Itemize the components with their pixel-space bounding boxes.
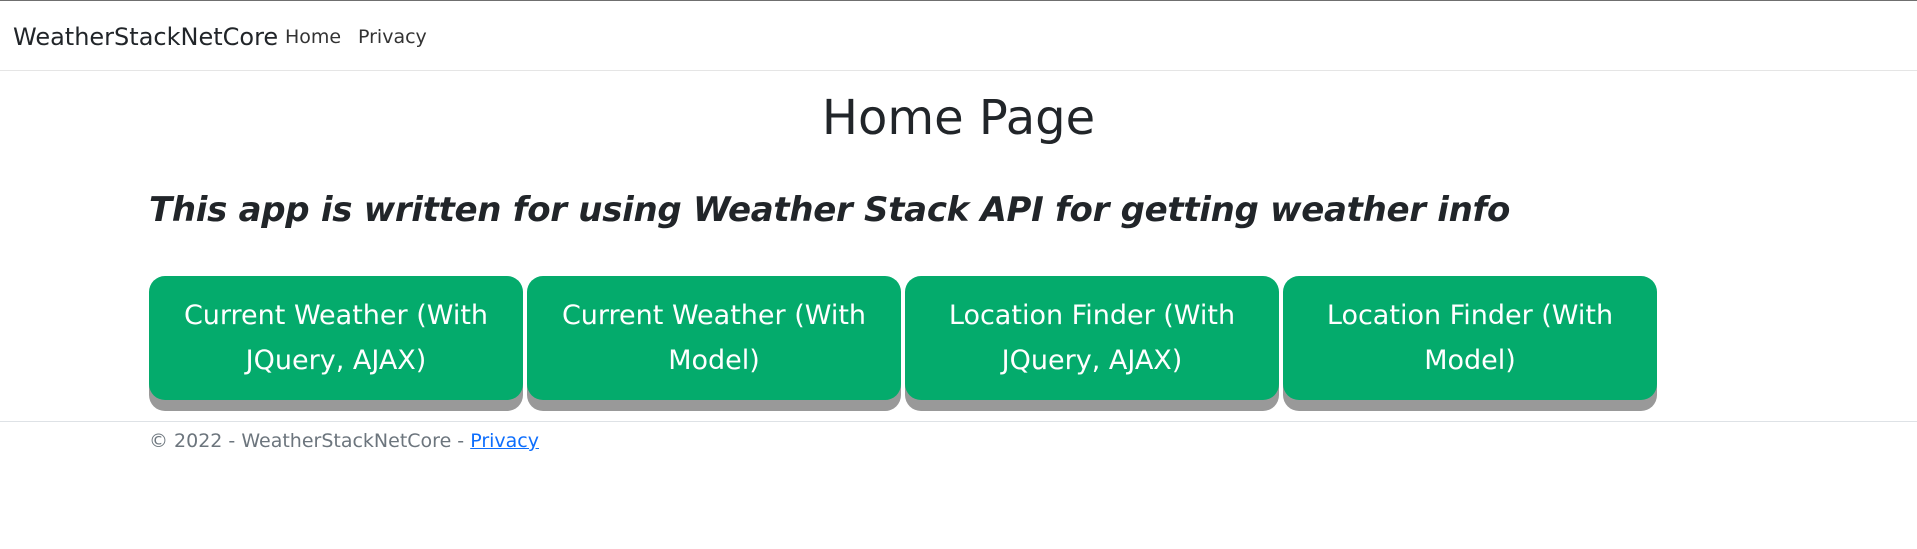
nav-link-home[interactable]: Home [285,25,341,49]
footer-privacy-link[interactable]: Privacy [470,430,539,452]
footer-copyright: © 2022 - WeatherStackNetCore - [149,430,471,452]
page-subtitle: This app is written for using Weather St… [149,190,1511,230]
footer-text: © 2022 - WeatherStackNetCore - Privacy [149,428,539,454]
action-button-row: Current Weather (With JQuery, AJAX) Curr… [149,276,1669,411]
page-title: Home Page [821,90,1096,146]
location-finder-model-button[interactable]: Location Finder (With Model) [1283,276,1657,400]
location-finder-jquery-button[interactable]: Location Finder (With JQuery, AJAX) [905,276,1279,400]
navbar: WeatherStackNetCore Home Privacy [0,1,1917,71]
current-weather-jquery-button[interactable]: Current Weather (With JQuery, AJAX) [149,276,523,400]
footer: © 2022 - WeatherStackNetCore - Privacy [0,421,1917,461]
nav-link-privacy[interactable]: Privacy [358,25,427,49]
brand-link[interactable]: WeatherStackNetCore [13,22,278,52]
current-weather-model-button[interactable]: Current Weather (With Model) [527,276,901,400]
